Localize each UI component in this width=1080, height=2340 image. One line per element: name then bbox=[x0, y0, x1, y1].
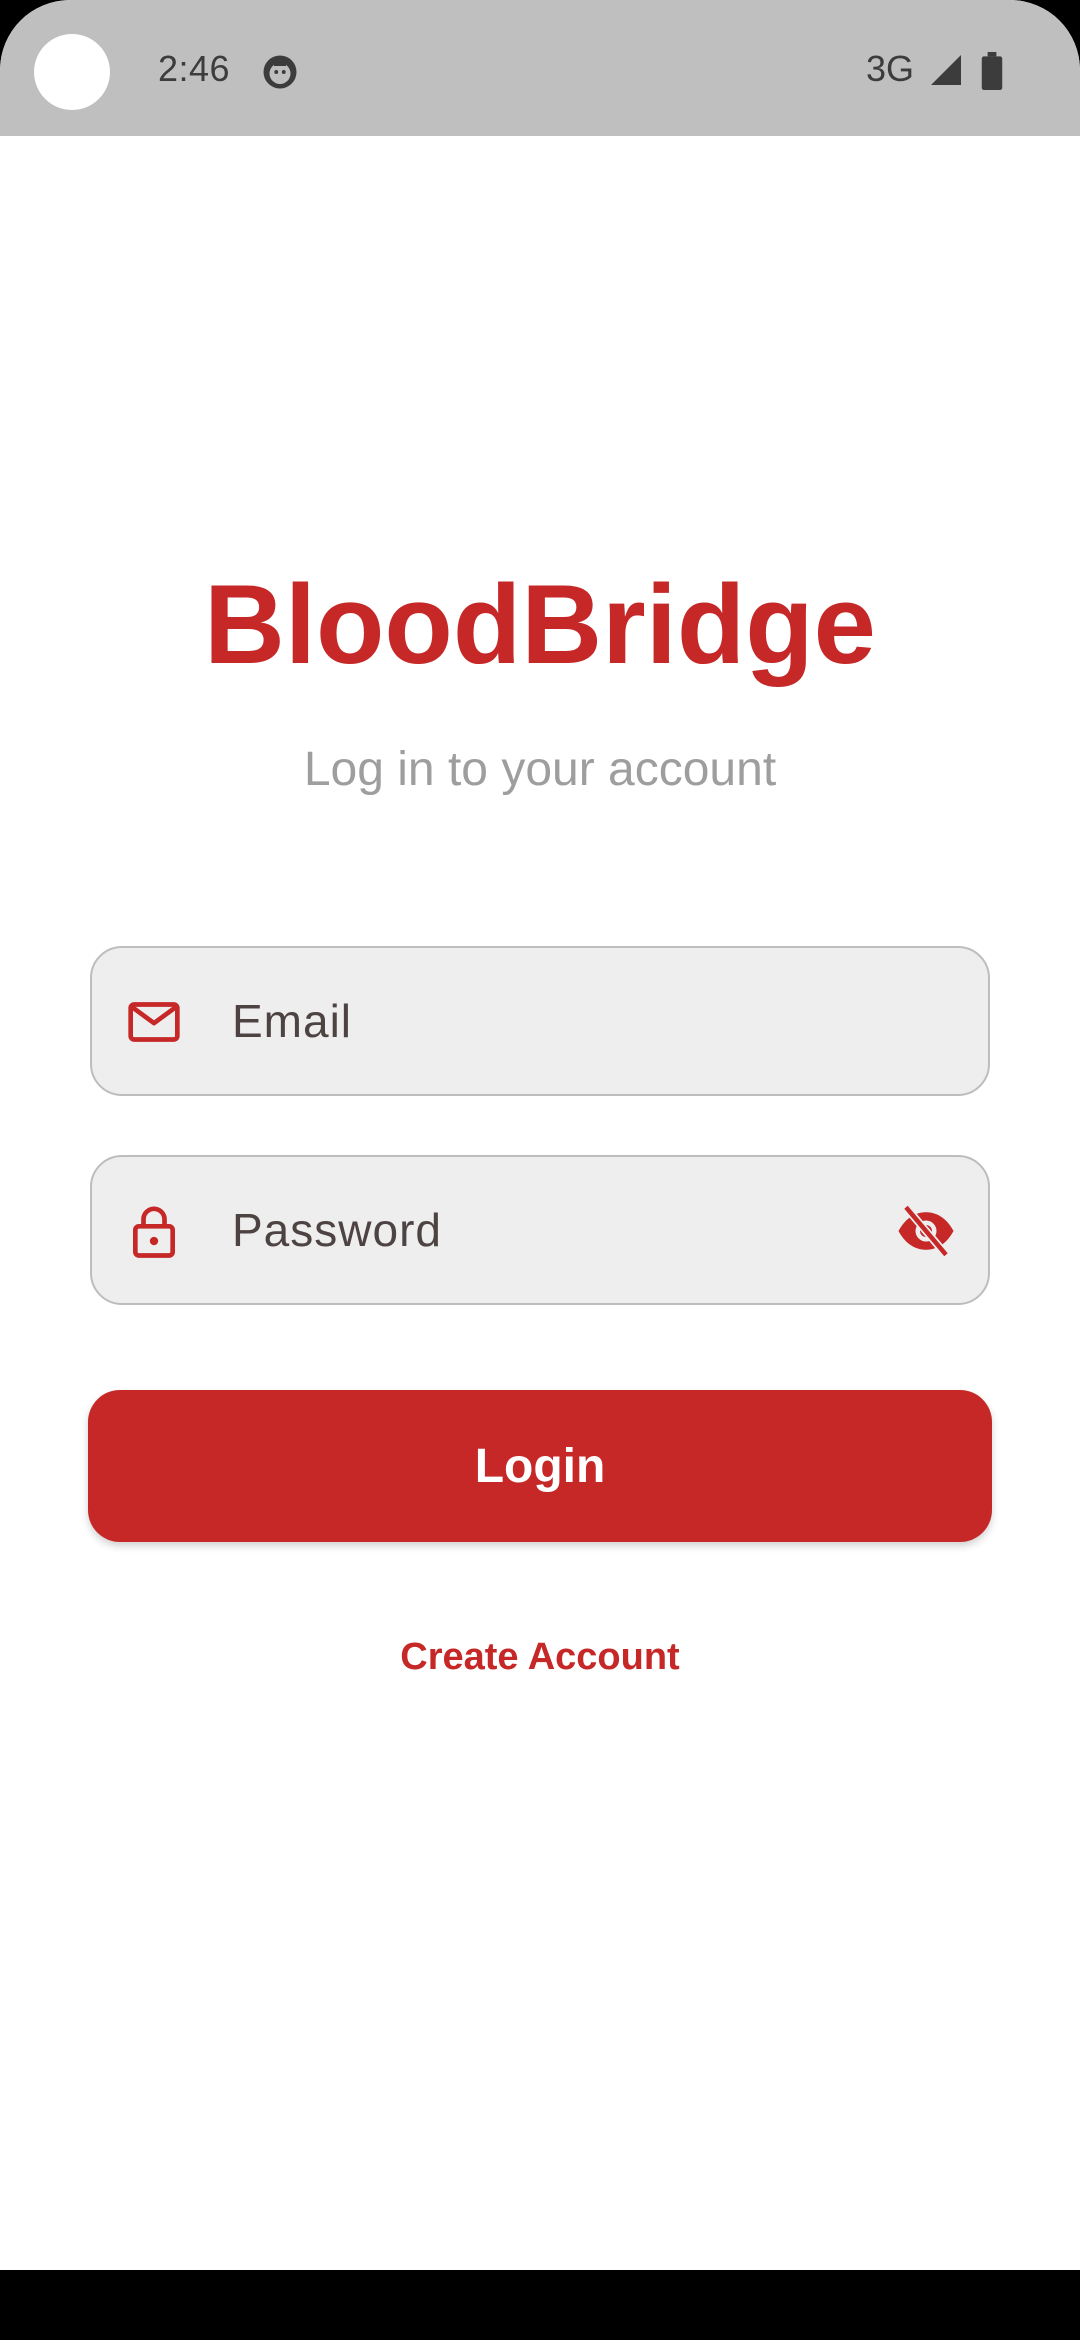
lock-icon bbox=[133, 1206, 175, 1258]
home-indicator[interactable] bbox=[390, 2246, 690, 2258]
password-field[interactable] bbox=[90, 1155, 990, 1305]
status-time: 2:46 bbox=[158, 48, 231, 89]
mail-icon bbox=[128, 1002, 180, 1042]
login-screen: 2:46 3G BloodBridge Log in to your accou… bbox=[0, 0, 1080, 2340]
navigation-bar bbox=[0, 2270, 1080, 2340]
app-title: BloodBridge bbox=[204, 562, 876, 687]
create-account-link[interactable]: Create Account bbox=[0, 1636, 1080, 1679]
cellular-signal-icon bbox=[931, 55, 961, 85]
page-subtitle: Log in to your account bbox=[303, 743, 777, 796]
status-bar: 2:46 3G bbox=[0, 0, 1080, 136]
email-input[interactable] bbox=[232, 948, 892, 1094]
camera-cutout bbox=[34, 34, 110, 110]
eye-off-icon[interactable] bbox=[894, 1201, 958, 1261]
battery-icon bbox=[981, 52, 1003, 90]
network-type: 3G bbox=[866, 48, 915, 89]
password-input[interactable] bbox=[232, 1157, 892, 1303]
login-button[interactable]: Login bbox=[88, 1390, 992, 1542]
email-field[interactable] bbox=[90, 946, 990, 1096]
face-icon bbox=[263, 55, 297, 89]
